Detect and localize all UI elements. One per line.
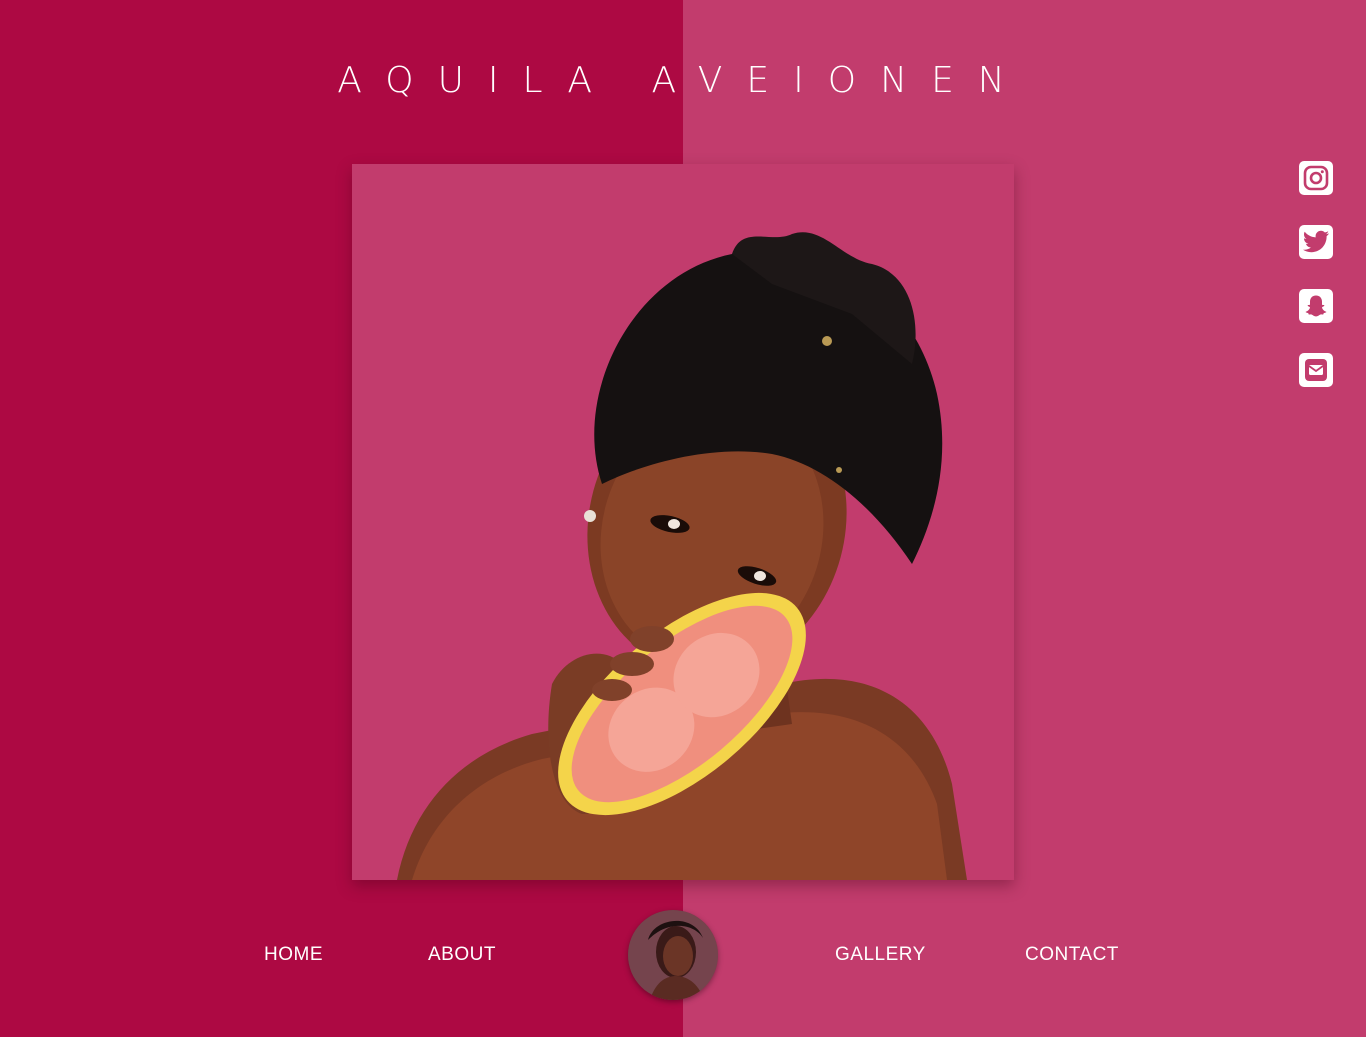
twitter-icon [1303,230,1329,253]
nav-contact[interactable]: CONTACT [1025,944,1119,966]
nav-gallery[interactable]: GALLERY [835,944,926,966]
snapchat-link[interactable] [1299,289,1333,323]
hero-photo [352,164,1014,880]
email-icon [1305,359,1327,381]
profile-avatar[interactable] [628,910,718,1000]
site-title: AQUILA AVEIONEN [337,60,1029,101]
email-link[interactable] [1299,353,1333,387]
snapchat-icon [1305,295,1327,317]
social-links [1299,161,1335,417]
twitter-link[interactable] [1299,225,1333,259]
instagram-icon [1303,165,1329,191]
nav-home[interactable]: HOME [264,944,323,966]
nav-about[interactable]: ABOUT [428,944,496,966]
instagram-link[interactable] [1299,161,1333,195]
